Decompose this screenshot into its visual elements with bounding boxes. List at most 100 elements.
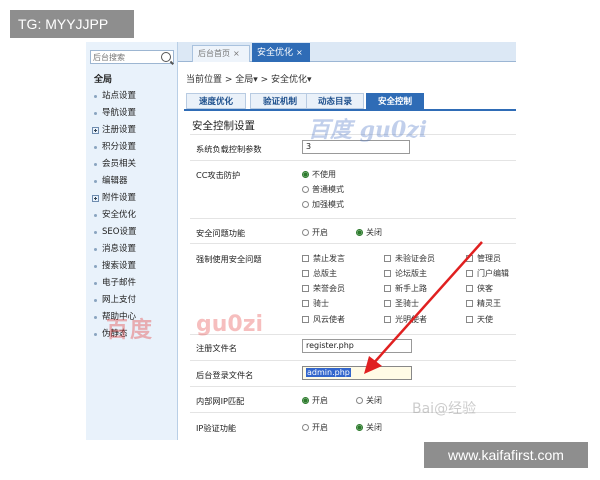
sidebar-item[interactable]: 积分设置 <box>92 139 176 156</box>
bullet-icon <box>94 316 97 319</box>
question-open[interactable]: 开启 <box>302 227 328 238</box>
checkbox[interactable] <box>466 270 473 277</box>
sidebar-item-label: 安全优化 <box>102 210 137 220</box>
radio-selected[interactable] <box>302 171 309 178</box>
checkbox[interactable] <box>302 300 309 307</box>
sidebar-item[interactable]: 注册设置 <box>92 122 176 139</box>
sidebar-item[interactable]: 编辑器 <box>92 173 176 190</box>
admin-file-input[interactable]: admin.php <box>302 366 412 380</box>
search-input[interactable] <box>91 51 159 63</box>
checkbox[interactable] <box>384 285 391 292</box>
group-checkbox[interactable]: 侠客 <box>466 283 493 294</box>
radio-selected[interactable] <box>302 397 309 404</box>
checkbox[interactable] <box>466 285 473 292</box>
radio-selected[interactable] <box>356 424 363 431</box>
checkbox[interactable] <box>384 270 391 277</box>
ip-verify-close[interactable]: 关闭 <box>356 422 382 433</box>
radio[interactable] <box>356 397 363 404</box>
tab-active-label: 安全优化 <box>257 48 294 58</box>
radio[interactable] <box>302 186 309 193</box>
group-checkbox[interactable]: 荣誉会员 <box>302 283 345 294</box>
checkbox[interactable] <box>302 270 309 277</box>
cc-option-normal[interactable]: 普通模式 <box>302 184 344 195</box>
sidebar-item[interactable]: SEO设置 <box>92 224 176 241</box>
sidebar-item-label: SEO设置 <box>102 227 137 237</box>
group-checkbox[interactable]: 光明使者 <box>384 314 427 325</box>
sidebar-item[interactable]: 电子邮件 <box>92 275 176 292</box>
checkbox[interactable] <box>466 316 473 323</box>
sidebar-item[interactable]: 安全优化 <box>92 207 176 224</box>
checkbox[interactable] <box>302 255 309 262</box>
bullet-icon <box>94 163 97 166</box>
radio[interactable] <box>302 229 309 236</box>
divider <box>190 243 516 244</box>
group-label: 门户编辑 <box>477 269 509 278</box>
sidebar-item[interactable]: 消息设置 <box>92 241 176 258</box>
admin-file-value-selected: admin.php <box>306 368 351 377</box>
radio[interactable] <box>302 201 309 208</box>
checkbox[interactable] <box>466 255 473 262</box>
group-checkbox[interactable]: 精灵王 <box>466 298 501 309</box>
close-icon[interactable]: × <box>296 48 303 57</box>
sidebar-item[interactable]: 网上支付 <box>92 292 176 309</box>
checkbox[interactable] <box>384 300 391 307</box>
group-checkbox[interactable]: 骑士 <box>302 298 329 309</box>
sidebar-item[interactable]: 附件设置 <box>92 190 176 207</box>
sidebar-item-label: 网上支付 <box>102 295 137 305</box>
group-checkbox[interactable]: 论坛版主 <box>384 268 427 279</box>
checkbox[interactable] <box>466 300 473 307</box>
cc-option-none[interactable]: 不使用 <box>302 169 336 180</box>
group-label: 管理员 <box>477 254 501 263</box>
lan-ip-open[interactable]: 开启 <box>302 395 328 406</box>
group-checkbox[interactable]: 门户编辑 <box>466 268 509 279</box>
group-checkbox[interactable]: 管理员 <box>466 253 501 264</box>
checkbox[interactable] <box>302 316 309 323</box>
sidebar-item[interactable]: 会员相关 <box>92 156 176 173</box>
checkbox[interactable] <box>384 255 391 262</box>
group-checkbox[interactable]: 未验证会员 <box>384 253 435 264</box>
close-icon[interactable]: × <box>233 49 240 58</box>
bullet-icon <box>94 231 97 234</box>
tab-security-optimize[interactable]: 安全优化 × <box>252 43 310 62</box>
subtab-underline <box>184 109 516 111</box>
tab-security-control[interactable]: 安全控制 <box>366 93 424 109</box>
register-file-input[interactable]: register.php <box>302 339 412 353</box>
site-badge: www.kaifafirst.com <box>424 442 588 468</box>
bullet-icon <box>94 180 97 183</box>
tab-dynamic-dir[interactable]: 动态目录 <box>306 93 364 109</box>
question-close[interactable]: 关闭 <box>356 227 382 238</box>
radio[interactable] <box>302 424 309 431</box>
tab-verify[interactable]: 验证机制 <box>250 93 310 109</box>
lan-ip-close[interactable]: 关闭 <box>356 395 382 406</box>
admin-file-label: 后台登录文件名 <box>196 370 254 380</box>
tab-home[interactable]: 后台首页 × <box>192 45 250 62</box>
option-label: 加强模式 <box>312 200 344 209</box>
group-label: 骑士 <box>313 299 329 308</box>
bullet-icon <box>94 214 97 217</box>
sidebar-item[interactable]: 搜索设置 <box>92 258 176 275</box>
group-checkbox[interactable]: 风云使者 <box>302 314 345 325</box>
sidebar-item[interactable]: 站点设置 <box>92 88 176 105</box>
divider <box>190 360 516 361</box>
search-icon[interactable] <box>161 52 171 62</box>
checkbox[interactable] <box>302 285 309 292</box>
expand-icon[interactable] <box>92 127 99 134</box>
watermark-blue: 百度 gu0zi <box>308 117 428 143</box>
sidebar-item-label: 附件设置 <box>102 193 137 203</box>
group-checkbox[interactable]: 禁止发言 <box>302 253 345 264</box>
expand-icon[interactable] <box>92 195 99 202</box>
group-checkbox[interactable]: 天使 <box>466 314 493 325</box>
radio-selected[interactable] <box>356 229 363 236</box>
option-label: 关闭 <box>366 228 382 237</box>
ip-verify-open[interactable]: 开启 <box>302 422 328 433</box>
cc-option-strong[interactable]: 加强模式 <box>302 199 344 210</box>
sidebar-item[interactable]: 导航设置 <box>92 105 176 122</box>
tab-speed[interactable]: 速度优化 <box>186 93 246 109</box>
breadcrumb[interactable]: 当前位置 > 全局▾ > 安全优化▾ <box>186 72 312 85</box>
group-checkbox[interactable]: 总版主 <box>302 268 337 279</box>
search-box[interactable] <box>90 50 174 64</box>
group-checkbox[interactable]: 圣骑士 <box>384 298 419 309</box>
group-checkbox[interactable]: 新手上路 <box>384 283 427 294</box>
checkbox[interactable] <box>384 316 391 323</box>
sidebar-item-label: 注册设置 <box>102 125 137 135</box>
